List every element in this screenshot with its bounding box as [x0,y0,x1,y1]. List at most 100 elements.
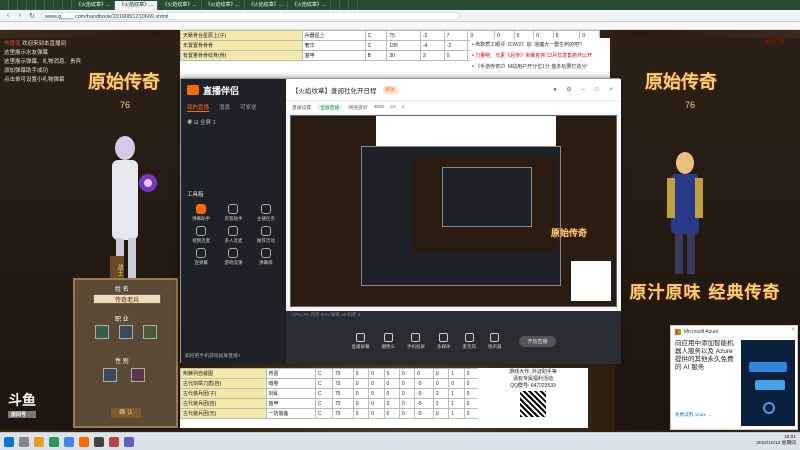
control-button[interactable]: 多媒体 [437,333,450,350]
stream-info-item: 4 [401,104,405,110]
news-item[interactable]: • 《手游传奇2》M站用户开分位1分 盛多玩要打造分! [472,62,608,73]
app-icon[interactable] [124,436,134,447]
tool-item[interactable]: 推荐活动 [252,226,280,244]
browser-tab[interactable] [9,0,18,10]
watermark-sub: 房间号 [8,411,36,418]
refresh-icon[interactable]: ↻ [28,12,36,20]
browser-tab[interactable] [18,0,27,10]
table-cell: 0 [368,378,385,389]
table-cell: 盔甲 [265,398,316,409]
table-cell: 兵器星上 [301,30,366,41]
tool-item[interactable]: 连弹幕 [187,248,215,266]
browser-tab[interactable]: 《火焰纹章》... [245,0,288,10]
tool-item[interactable]: 房管助手 [219,204,247,222]
tool-label: 多人连麦 [224,238,243,243]
game-icon[interactable] [109,436,119,447]
name-field[interactable]: 传奇老兵 [93,294,161,304]
table-row: 古代装兵团(无) 一防装备 C 75 0 0 0 0 -5 0 1 0 [180,408,481,419]
chat-line: 这里展示水友弹幕 [0,49,180,58]
toolbox-title: 工具箱 [187,192,204,198]
job-mage-button[interactable] [119,325,133,339]
close-ad-link[interactable]: 关闭广告 [765,38,785,45]
tool-item[interactable]: 主播任务 [252,204,280,222]
sidebar-tab[interactable]: 消息 [219,103,230,112]
news-item[interactable]: • 刀量吧、元素《后传》米维克将 12月日发售新作公开 [472,51,608,62]
gender-male-button[interactable] [103,368,117,382]
job-warrior-button[interactable] [95,325,109,339]
table-cell: 7 [443,30,469,41]
help-tip-link[interactable]: 如何把手机游戏投屏直播? [185,352,240,359]
stream-title: 【火焰纹章】查阅社化开日程 [292,87,377,95]
settings-icon[interactable]: ⚙ [565,86,573,93]
table-cell: 75 [331,388,354,399]
browser-tab[interactable] [27,0,36,10]
control-button[interactable]: 直播屏幕 [351,333,369,350]
streaming-app-icon[interactable] [79,436,89,447]
ad-close-icon[interactable]: × [791,327,795,333]
folder-icon[interactable] [34,436,44,447]
close-icon[interactable]: × [607,87,615,93]
clock[interactable]: 18:01 2022/10/13 星期四 [756,435,796,447]
control-button[interactable]: 摄像头 [381,333,395,350]
table-cell: 75 [386,30,421,41]
confirm-button[interactable]: 确 认 [111,408,141,418]
azure-ad[interactable]: Microsoft Azure × 向应用中添加智能机器人服务以及 Azure … [670,325,798,430]
table-cell: 剑乱 [265,388,316,399]
back-icon[interactable]: ‹ [4,12,12,19]
control-label: 扬声器 [487,344,502,349]
sidebar-tab[interactable]: 可发送 [240,103,257,112]
browser-tab[interactable] [0,0,9,10]
game-logo-left: 原始传奇 [88,72,160,93]
ad-link[interactable]: 免费试用 Azure → [675,412,712,418]
control-button[interactable]: 麦克风 [462,333,476,350]
browser-tab[interactable] [63,0,72,10]
browser-tab[interactable] [36,0,45,10]
tool-icon [260,226,271,236]
scene-row[interactable]: ◉ ⊟ 全屏 1 [181,114,286,130]
url-field[interactable]: www.g____.com/handbook/201908/1210669.sh… [40,11,460,20]
table-cell: 0 [432,368,450,379]
browser-icon[interactable] [49,436,59,447]
table-cell: 30 [386,50,421,61]
browser-tab[interactable] [340,0,350,10]
table-cell: 0 [398,408,416,419]
browser-tab[interactable]: 《火焰纹章》... [115,0,159,10]
control-button[interactable]: 扬声器 [487,333,502,350]
chrome-icon[interactable] [64,436,74,447]
browser-tab[interactable]: 《火焰纹章》... [288,0,332,10]
tool-item[interactable]: 弹幕库 [252,248,280,266]
control-button[interactable]: 手机投屏 [407,333,425,350]
browser-tab[interactable] [349,0,359,10]
browser-tab[interactable] [45,0,54,10]
tool-label: 连弹幕 [194,260,208,265]
table-cell: 0 [414,368,434,379]
control-label: 手机投屏 [406,344,425,349]
browser-tab[interactable] [54,0,63,10]
job-taoist-button[interactable] [143,325,157,339]
tool-item[interactable]: 多人连麦 [219,226,247,244]
maximize-icon[interactable]: □ [593,87,601,93]
search-icon[interactable] [19,436,29,447]
start-icon[interactable] [4,436,14,447]
new-feature-pill: 新功 [382,85,398,94]
tool-item[interactable]: 游戏竞猜 [219,248,247,266]
stream-info-item: 全屏直播 [317,103,343,111]
gender-label: 性 别 [115,359,129,365]
tool-icon [196,248,207,258]
browser-tab[interactable]: 《火焰纹章》... [158,0,202,10]
sidebar-tab[interactable]: 我的直播 [187,103,210,112]
table-cell: 暗卷 [265,378,316,389]
avatar-icon[interactable]: ● [551,87,559,93]
news-item[interactable]: • 命数质工眼评《OW2》动: 道魔大一群生刺的吧? [472,40,608,51]
tool-item[interactable]: 视频连麦 [187,226,215,244]
tool-item[interactable]: 弹幕助手 [187,204,215,222]
terminal-icon[interactable] [94,436,104,447]
forward-icon[interactable]: › [16,12,24,19]
browser-tab[interactable]: 《火焰纹章》... [72,0,116,10]
start-stream-button[interactable]: 开始直播 [519,336,556,347]
browser-tab[interactable]: 《火焰纹章》... [202,0,245,10]
browser-tab[interactable] [331,0,341,10]
minimize-icon[interactable]: – [579,87,587,93]
gender-female-button[interactable] [131,368,145,382]
table-cell: C [314,398,333,409]
